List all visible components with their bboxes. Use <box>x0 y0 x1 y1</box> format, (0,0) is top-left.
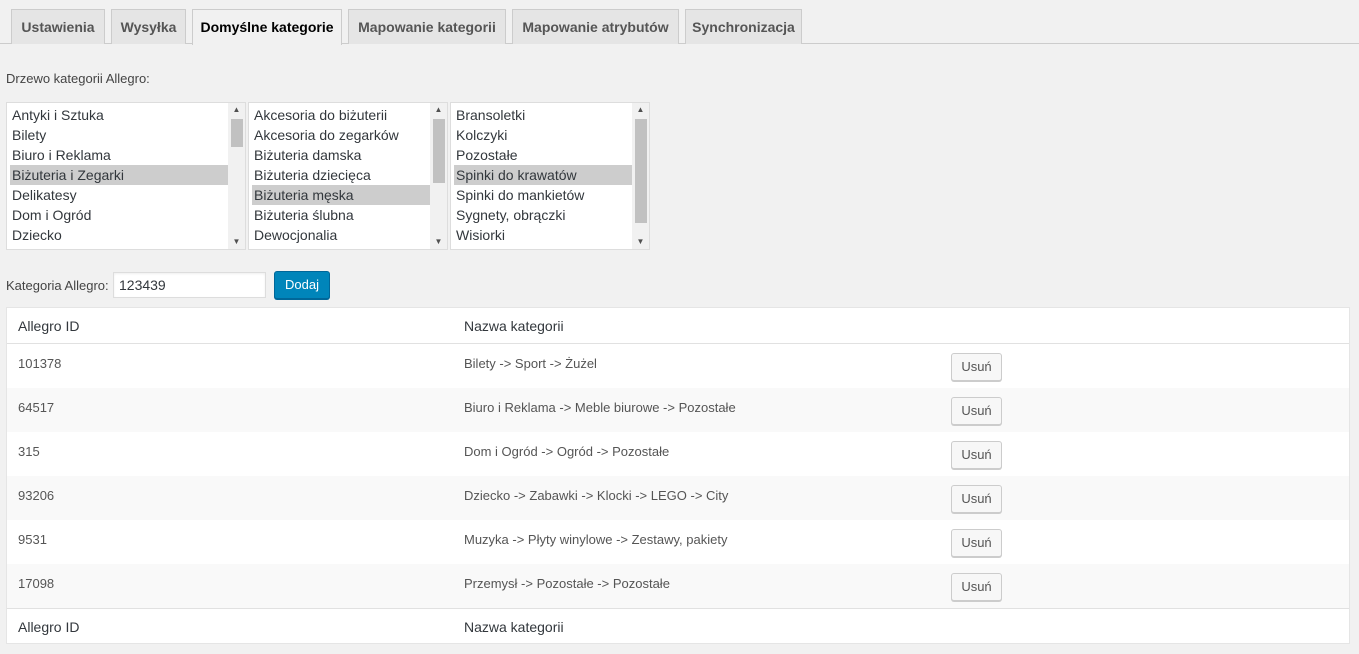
category-option[interactable]: Akcesoria do biżuterii <box>252 105 430 125</box>
table-row: 93206 Dziecko -> Zabawki -> Klocki -> LE… <box>7 476 1349 520</box>
category-option[interactable]: Wisiorki <box>454 225 632 245</box>
table-row: 17098 Przemysł -> Pozostałe -> Pozostałe… <box>7 564 1349 608</box>
list-scrollbar[interactable]: ▲ ▼ <box>632 103 649 249</box>
table-footer: Allegro ID Nazwa kategorii <box>7 608 1349 644</box>
category-option[interactable]: Antyki i Sztuka <box>10 105 230 125</box>
category-option[interactable]: Dom i Ogród <box>10 205 230 225</box>
column-footer-category-name: Nazwa kategorii <box>464 619 564 635</box>
allegro-category-label: Kategoria Allegro: <box>6 278 109 293</box>
category-name-cell: Przemysł -> Pozostałe -> Pozostałe <box>464 576 670 591</box>
category-option[interactable]: Bilety <box>10 125 230 145</box>
category-tree-label: Drzewo kategorii Allegro: <box>6 71 150 86</box>
tab-ustawienia[interactable]: Ustawienia <box>11 9 105 44</box>
allegro-id-cell: 9531 <box>18 532 47 547</box>
allegro-id-cell: 315 <box>18 444 40 459</box>
table-row: 64517 Biuro i Reklama -> Meble biurowe -… <box>7 388 1349 432</box>
category-option[interactable]: Dewocjonalia <box>252 225 430 245</box>
category-name-cell: Bilety -> Sport -> Żużel <box>464 356 597 371</box>
category-option[interactable]: Dziecko <box>10 225 230 245</box>
scroll-up-arrow-icon[interactable]: ▲ <box>632 103 649 117</box>
tab-wysylka[interactable]: Wysyłka <box>111 9 186 44</box>
scrollbar-thumb[interactable] <box>635 119 647 223</box>
category-option[interactable]: Biuro i Reklama <box>10 145 230 165</box>
delete-button[interactable]: Usuń <box>951 485 1002 513</box>
category-option-selected[interactable]: Biżuteria i Zegarki <box>10 165 230 185</box>
category-option[interactable]: Pozostałe <box>454 145 632 165</box>
column-header-category-name: Nazwa kategorii <box>464 318 564 334</box>
tab-synchronizacja[interactable]: Synchronizacja <box>685 9 802 44</box>
category-option[interactable]: Sygnety, obrączki <box>454 205 632 225</box>
category-option[interactable]: Biżuteria ślubna <box>252 205 430 225</box>
scroll-up-arrow-icon[interactable]: ▲ <box>430 103 447 117</box>
settings-tabs: Ustawienia Wysyłka Domyślne kategorie Ma… <box>0 0 1359 45</box>
tab-mapowanie-kategorii[interactable]: Mapowanie kategorii <box>348 9 506 44</box>
allegro-id-cell: 93206 <box>18 488 55 503</box>
delete-button[interactable]: Usuń <box>951 441 1002 469</box>
category-list-level-3[interactable]: Bransoletki Kolczyki Pozostałe Spinki do… <box>450 102 650 250</box>
scroll-up-arrow-icon[interactable]: ▲ <box>228 103 245 117</box>
category-list-level-2[interactable]: Akcesoria do biżuterii Akcesoria do zega… <box>248 102 448 250</box>
category-option[interactable]: Biżuteria damska <box>252 145 430 165</box>
category-list-level-1[interactable]: Antyki i Sztuka Bilety Biuro i Reklama B… <box>6 102 246 250</box>
category-option[interactable]: Akcesoria do zegarków <box>252 125 430 145</box>
delete-button[interactable]: Usuń <box>951 573 1002 601</box>
category-option[interactable]: Biżuteria dziecięca <box>252 165 430 185</box>
allegro-id-cell: 17098 <box>18 576 55 591</box>
category-option[interactable]: Kolczyki <box>454 125 632 145</box>
allegro-id-cell: 64517 <box>18 400 55 415</box>
list-scrollbar[interactable]: ▲ ▼ <box>430 103 447 249</box>
category-name-cell: Muzyka -> Płyty winylowe -> Zestawy, pak… <box>464 532 728 547</box>
allegro-id-cell: 101378 <box>18 356 62 371</box>
scroll-down-arrow-icon[interactable]: ▼ <box>430 235 447 249</box>
category-name-cell: Dom i Ogród -> Ogród -> Pozostałe <box>464 444 670 459</box>
category-option[interactable]: Bransoletki <box>454 105 632 125</box>
category-option-selected[interactable]: Spinki do krawatów <box>454 165 632 185</box>
column-footer-allegro-id: Allegro ID <box>18 619 80 635</box>
scroll-down-arrow-icon[interactable]: ▼ <box>228 235 245 249</box>
table-row: 9531 Muzyka -> Płyty winylowe -> Zestawy… <box>7 520 1349 564</box>
delete-button[interactable]: Usuń <box>951 529 1002 557</box>
column-header-allegro-id: Allegro ID <box>18 318 80 334</box>
delete-button[interactable]: Usuń <box>951 397 1002 425</box>
add-button[interactable]: Dodaj <box>274 271 330 299</box>
category-option[interactable]: Delikatesy <box>10 185 230 205</box>
category-option-selected[interactable]: Biżuteria męska <box>252 185 430 205</box>
category-name-cell: Dziecko -> Zabawki -> Klocki -> LEGO -> … <box>464 488 729 503</box>
allegro-category-input[interactable] <box>113 272 266 298</box>
table-row: 101378 Bilety -> Sport -> Żużel Usuń <box>7 344 1349 388</box>
list-scrollbar[interactable]: ▲ ▼ <box>228 103 245 249</box>
tab-domyslne-kategorie[interactable]: Domyślne kategorie <box>192 9 342 45</box>
scrollbar-thumb[interactable] <box>231 119 243 147</box>
scrollbar-thumb[interactable] <box>433 119 445 183</box>
table-row: 315 Dom i Ogród -> Ogród -> Pozostałe Us… <box>7 432 1349 476</box>
default-categories-table: Allegro ID Nazwa kategorii 101378 Bilety… <box>6 307 1350 644</box>
table-header: Allegro ID Nazwa kategorii <box>7 308 1349 344</box>
scroll-down-arrow-icon[interactable]: ▼ <box>632 235 649 249</box>
category-name-cell: Biuro i Reklama -> Meble biurowe -> Pozo… <box>464 400 736 415</box>
delete-button[interactable]: Usuń <box>951 353 1002 381</box>
tab-mapowanie-atrybutow[interactable]: Mapowanie atrybutów <box>512 9 679 44</box>
category-option[interactable]: Spinki do mankietów <box>454 185 632 205</box>
